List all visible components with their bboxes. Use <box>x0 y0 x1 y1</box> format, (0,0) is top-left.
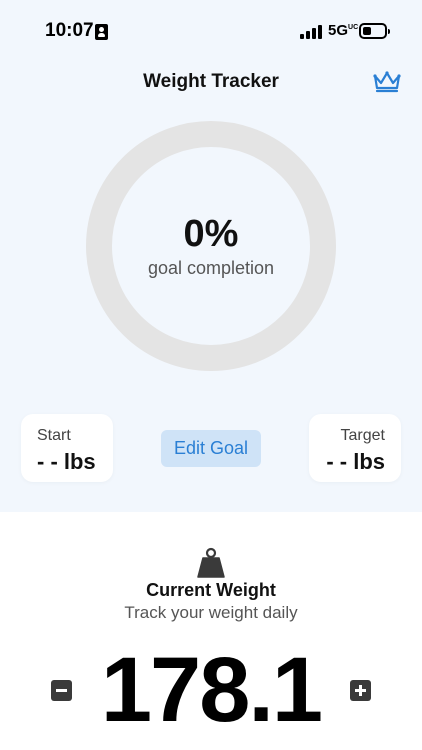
start-label: Start <box>37 427 71 444</box>
goal-completion-label: goal completion <box>147 258 275 278</box>
increase-weight-button[interactable] <box>350 680 371 701</box>
target-label: Target <box>340 427 385 444</box>
battery-icon <box>359 23 390 39</box>
crown-icon <box>373 70 401 92</box>
current-weight-title: Current Weight <box>146 580 276 600</box>
weight-icon <box>197 547 225 578</box>
start-weight-card[interactable]: Start - - lbs <box>21 414 113 482</box>
target-weight-card[interactable]: Target - - lbs <box>309 414 401 482</box>
contact-card-icon <box>95 24 108 40</box>
network-type: 5GUC <box>328 22 359 39</box>
goal-percent: 0% <box>183 213 239 255</box>
page-title: Weight Tracker <box>143 71 279 92</box>
start-value: - - lbs <box>37 449 96 474</box>
status-time: 10:07 <box>45 20 94 41</box>
target-value: - - lbs <box>326 449 385 474</box>
status-bar: 10:07 5GUC <box>0 0 422 60</box>
edit-goal-button[interactable]: Edit Goal <box>161 430 261 467</box>
cellular-signal-icon <box>300 25 322 39</box>
current-weight-subtitle: Track your weight daily <box>124 603 298 622</box>
premium-button[interactable] <box>370 68 404 96</box>
